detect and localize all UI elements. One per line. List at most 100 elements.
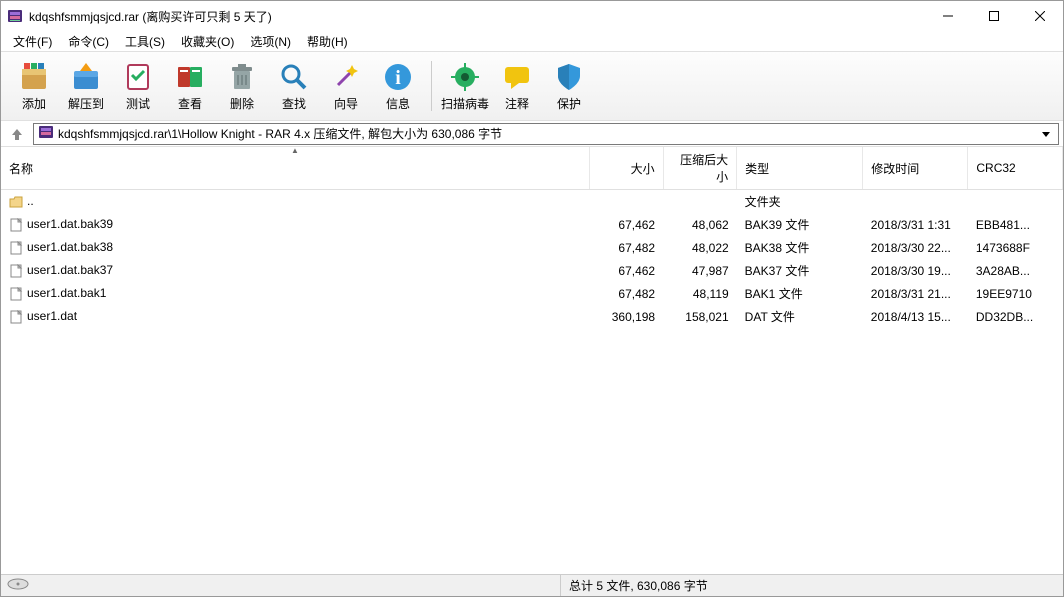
file-size: 67,462 — [590, 259, 664, 282]
find-button[interactable]: 查找 — [269, 55, 319, 117]
test-icon — [122, 61, 154, 93]
virus-icon — [449, 61, 481, 93]
minimize-button[interactable] — [925, 1, 971, 31]
view-icon — [174, 61, 206, 93]
file-modified: 2018/3/30 22... — [863, 236, 968, 259]
menu-commands[interactable]: 命令(C) — [62, 31, 115, 52]
window-title: kdqshfsmmjqsjcd.rar (离购买许可只剩 5 天了) — [29, 8, 925, 25]
file-row[interactable]: user1.dat.bak3967,46248,062BAK39 文件2018/… — [1, 213, 1063, 236]
search-icon — [278, 61, 310, 93]
column-crc[interactable]: CRC32 — [968, 147, 1063, 190]
menu-options[interactable]: 选项(N) — [244, 31, 297, 52]
status-summary: 总计 5 文件, 630,086 字节 — [561, 577, 708, 594]
menu-file[interactable]: 文件(F) — [7, 31, 58, 52]
file-size: 360,198 — [590, 305, 664, 328]
file-name: user1.dat.bak39 — [27, 217, 113, 231]
extract-label: 解压到 — [68, 95, 104, 112]
maximize-button[interactable] — [971, 1, 1017, 31]
toolbar-separator — [431, 61, 432, 111]
file-icon — [9, 310, 23, 324]
up-button[interactable] — [5, 124, 29, 144]
file-packed: 47,987 — [663, 259, 737, 282]
comment-label: 注释 — [505, 95, 529, 112]
file-modified: 2018/3/30 19... — [863, 259, 968, 282]
folder-up-icon — [9, 195, 23, 209]
file-icon — [9, 264, 23, 278]
parent-type: 文件夹 — [737, 190, 863, 214]
comment-button[interactable]: 注释 — [492, 55, 542, 117]
view-button[interactable]: 查看 — [165, 55, 215, 117]
file-crc: 19EE9710 — [968, 282, 1063, 305]
extract-icon — [70, 61, 102, 93]
path-box[interactable]: kdqshfsmmjqsjcd.rar\1\Hollow Knight - RA… — [33, 123, 1059, 145]
virus-button[interactable]: 扫描病毒 — [440, 55, 490, 117]
extract-button[interactable]: 解压到 — [61, 55, 111, 117]
drive-icon — [7, 578, 29, 593]
file-table: 名称▲ 大小 压缩后大小 类型 修改时间 CRC32 .. 文件夹 user1.… — [1, 147, 1063, 328]
delete-button[interactable]: 删除 — [217, 55, 267, 117]
column-modified[interactable]: 修改时间 — [863, 147, 968, 190]
file-crc: DD32DB... — [968, 305, 1063, 328]
menu-help[interactable]: 帮助(H) — [301, 31, 354, 52]
file-name: user1.dat.bak1 — [27, 286, 106, 300]
comment-icon — [501, 61, 533, 93]
status-left — [1, 575, 561, 596]
parent-folder-row[interactable]: .. 文件夹 — [1, 190, 1063, 214]
file-modified: 2018/3/31 21... — [863, 282, 968, 305]
file-name: user1.dat.bak38 — [27, 240, 113, 254]
sort-indicator-icon: ▲ — [291, 147, 299, 155]
file-row[interactable]: user1.dat.bak167,48248,119BAK1 文件2018/3/… — [1, 282, 1063, 305]
file-type: BAK38 文件 — [737, 236, 863, 259]
trash-icon — [226, 61, 258, 93]
archive-icon — [18, 61, 50, 93]
file-type: BAK39 文件 — [737, 213, 863, 236]
file-type: BAK37 文件 — [737, 259, 863, 282]
svg-text:i: i — [395, 67, 401, 89]
test-label: 测试 — [126, 95, 150, 112]
info-icon: i — [382, 61, 414, 93]
path-dropdown-button[interactable] — [1038, 127, 1054, 141]
wizard-label: 向导 — [334, 95, 358, 112]
file-name: user1.dat — [27, 309, 77, 323]
parent-name: .. — [27, 194, 34, 208]
wizard-icon — [330, 61, 362, 93]
file-crc: 1473688F — [968, 236, 1063, 259]
column-type[interactable]: 类型 — [737, 147, 863, 190]
file-type: DAT 文件 — [737, 305, 863, 328]
protect-button[interactable]: 保护 — [544, 55, 594, 117]
wizard-button[interactable]: 向导 — [321, 55, 371, 117]
close-button[interactable] — [1017, 1, 1063, 31]
file-type: BAK1 文件 — [737, 282, 863, 305]
column-name[interactable]: 名称▲ — [1, 147, 590, 190]
delete-label: 删除 — [230, 95, 254, 112]
file-row[interactable]: user1.dat.bak3867,48248,022BAK38 文件2018/… — [1, 236, 1063, 259]
virus-label: 扫描病毒 — [441, 95, 489, 112]
file-packed: 48,119 — [663, 282, 737, 305]
file-icon — [9, 287, 23, 301]
file-row[interactable]: user1.dat.bak37 67,46247,987BAK37 文件2018/… — [1, 259, 1063, 282]
status-bar: 总计 5 文件, 630,086 字节 — [1, 574, 1063, 596]
file-name: user1.dat.bak37 — [27, 263, 113, 277]
menu-favorites[interactable]: 收藏夹(O) — [175, 31, 240, 52]
menu-tools[interactable]: 工具(S) — [119, 31, 171, 52]
view-label: 查看 — [178, 95, 202, 112]
file-packed: 158,021 — [663, 305, 737, 328]
column-packed[interactable]: 压缩后大小 — [663, 147, 737, 190]
file-row[interactable]: user1.dat360,198158,021DAT 文件2018/4/13 1… — [1, 305, 1063, 328]
file-packed: 48,062 — [663, 213, 737, 236]
add-button[interactable]: 添加 — [9, 55, 59, 117]
shield-icon — [553, 61, 585, 93]
app-icon — [7, 8, 23, 24]
column-size[interactable]: 大小 — [590, 147, 664, 190]
file-icon — [9, 241, 23, 255]
column-header-row: 名称▲ 大小 压缩后大小 类型 修改时间 CRC32 — [1, 147, 1063, 190]
file-list-area: 名称▲ 大小 压缩后大小 类型 修改时间 CRC32 .. 文件夹 user1.… — [1, 147, 1063, 574]
find-label: 查找 — [282, 95, 306, 112]
nav-bar: kdqshfsmmjqsjcd.rar\1\Hollow Knight - RA… — [1, 121, 1063, 147]
test-button[interactable]: 测试 — [113, 55, 163, 117]
file-size: 67,482 — [590, 236, 664, 259]
info-button[interactable]: i 信息 — [373, 55, 423, 117]
file-modified: 2018/3/31 1:31 — [863, 213, 968, 236]
window-controls — [925, 1, 1063, 31]
file-icon — [9, 218, 23, 232]
